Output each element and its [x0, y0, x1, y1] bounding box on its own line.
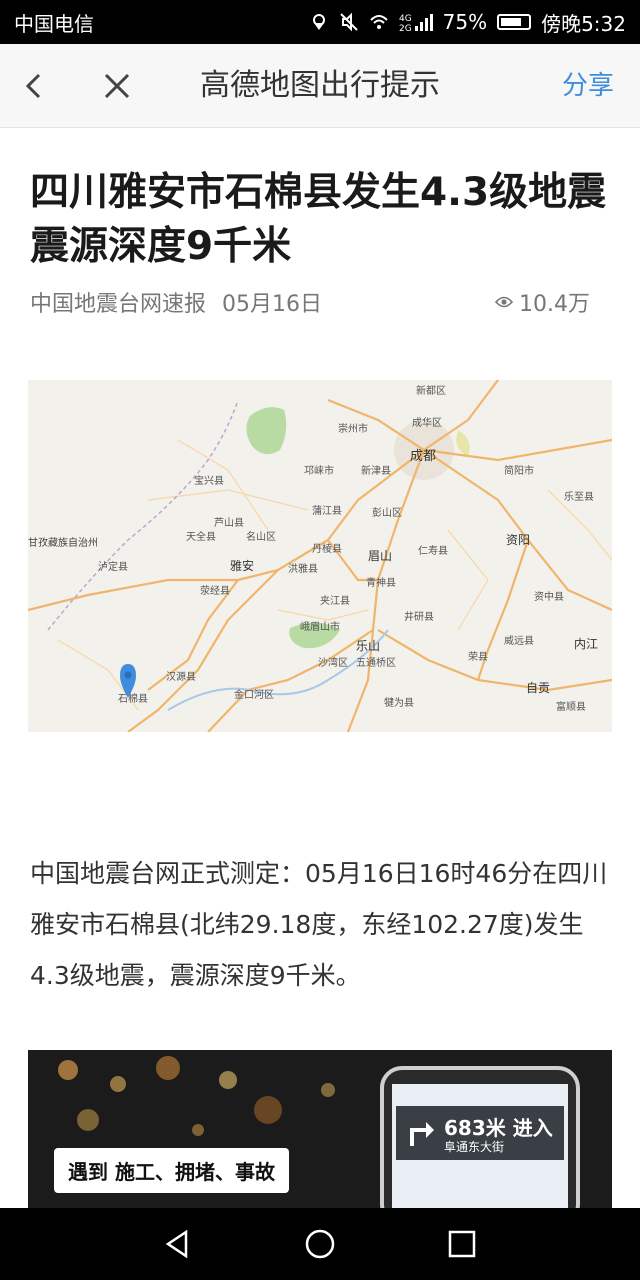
map-label-lushan: 芦山县 — [214, 517, 244, 529]
svg-text:2G: 2G — [399, 24, 412, 32]
map-label-jianyang: 简阳市 — [504, 464, 534, 477]
map-label-chongzhou: 崇州市 — [338, 422, 368, 435]
map-label-fushun: 富顺县 — [556, 700, 586, 713]
article-content[interactable]: 四川雅安市石棉县发生4.3级地震 震源深度9千米 中国地震台网速报 05月16日… — [0, 128, 640, 1208]
map-canvas: 成都 新都区 成华区 崇州市 邛崃市 新津县 简阳市 乐至县 宝兴县 芦山县 名… — [28, 380, 612, 732]
map-label-meishan: 眉山 — [368, 549, 392, 563]
map-label-pujiang: 蒲江县 — [312, 504, 342, 517]
signal-icon: 4G2G — [399, 14, 433, 32]
location-icon — [312, 14, 325, 30]
map-label-rong: 荣县 — [468, 651, 488, 663]
map-label-shawan: 沙湾区 — [318, 656, 348, 669]
status-icons: 4G 2G 75% 傍晚5:32 — [309, 8, 626, 37]
map-label-qionglai: 邛崃市 — [304, 464, 334, 477]
map-label-luding: 泸定县 — [98, 560, 128, 573]
article-title: 四川雅安市石棉县发生4.3级地震 震源深度9千米 — [30, 170, 607, 269]
square-recent-icon[interactable] — [444, 1226, 480, 1262]
map-label-hongya: 洪雅县 — [288, 562, 318, 575]
carrier-name: 中国电信 — [14, 11, 94, 36]
promo-label: 遇到 施工、拥堵、事故 — [54, 1148, 289, 1193]
phone-mockup: 683米 进入 阜通东大街 — [380, 1066, 580, 1208]
map-label-wutongqiao: 五通桥区 — [356, 657, 396, 669]
map-label-leshan: 乐山 — [356, 639, 380, 653]
share-button[interactable]: 分享 — [562, 44, 614, 128]
turn-right-icon — [410, 1122, 434, 1146]
top-nav-bar: 高德地图出行提示 分享 — [0, 44, 640, 128]
nav-street: 阜通东大街 — [444, 1140, 505, 1154]
map-label-qianwei: 犍为县 — [384, 697, 414, 709]
article-body: 中国地震台网正式测定：05月16日16时46分在四川雅安市石棉县(北纬29.18… — [30, 859, 608, 990]
article-date: 05月16日 — [222, 292, 323, 317]
map-label-renshou: 仁寿县 — [418, 544, 448, 557]
map-label-emeishan: 峨眉山市 — [300, 620, 340, 633]
map-minor-roads — [57, 439, 612, 711]
map-label-jiajiang: 夹江县 — [320, 594, 350, 607]
view-count: 10.4万 — [495, 286, 590, 318]
map-label-zigong: 自贡 — [526, 681, 550, 695]
map-label-baoxing: 宝兴县 — [194, 474, 224, 487]
map-label-qingshen: 青神县 — [366, 576, 396, 589]
article-source: 中国地震台网速报 — [30, 292, 207, 317]
map-label-chenghua: 成华区 — [412, 416, 442, 429]
map-label-lezhi: 乐至县 — [564, 491, 594, 503]
circle-home-icon[interactable] — [302, 1226, 338, 1262]
battery-icon — [497, 14, 532, 30]
view-count-value: 10.4万 — [519, 292, 590, 317]
map-label-pengshan: 彭山区 — [372, 506, 402, 519]
map-park-area — [456, 430, 470, 456]
map-label-chengdu: 成都 — [410, 449, 436, 464]
map-label-ziyang-county: 资中县 — [534, 590, 564, 603]
promo-banner[interactable]: 遇到 施工、拥堵、事故 683米 进入 阜通东大街 — [28, 1050, 612, 1208]
earthquake-map[interactable]: 成都 新都区 成华区 崇州市 邛崃市 新津县 简阳市 乐至县 宝兴县 芦山县 名… — [28, 380, 612, 732]
map-label-xindu: 新都区 — [416, 384, 446, 397]
svg-text:4G: 4G — [399, 14, 412, 24]
system-nav-bar — [0, 1208, 640, 1280]
map-label-mingshan: 名山区 — [246, 530, 276, 543]
map-label-ziyang: 资阳 — [506, 533, 530, 547]
location-pin-icon[interactable] — [120, 664, 136, 698]
battery-fill — [501, 18, 521, 26]
map-label-danleng: 丹棱县 — [312, 542, 342, 555]
map-label-jinkouhe: 金口河区 — [234, 688, 274, 701]
wifi-icon — [369, 15, 388, 29]
phone-screen: 683米 进入 阜通东大街 — [392, 1084, 568, 1208]
status-bar: 中国电信 4G 2G 75% 傍晚5:32 — [0, 0, 640, 44]
map-label-weiyuan: 威远县 — [504, 634, 534, 647]
map-label-tianquan: 天全县 — [186, 530, 216, 543]
map-label-ganzi: 甘孜藏族自治州 — [28, 536, 98, 549]
map-label-neijiang: 内江 — [574, 637, 598, 651]
eye-icon — [495, 296, 513, 308]
map-park-area — [246, 407, 287, 455]
map-label-xinjin: 新津县 — [361, 464, 391, 477]
status-time: 傍晚5:32 — [541, 11, 626, 36]
article-meta: 中国地震台网速报 05月16日 10.4万 — [30, 286, 590, 318]
mute-icon — [339, 12, 358, 32]
map-label-yingjing: 荥经县 — [200, 584, 230, 597]
page-title: 高德地图出行提示 — [200, 68, 440, 103]
map-label-yaan: 雅安 — [230, 558, 254, 573]
nav-instruction: 683米 进入 阜通东大街 — [396, 1106, 564, 1160]
triangle-back-icon[interactable] — [160, 1226, 196, 1262]
map-label-jingyan: 井研县 — [404, 610, 434, 623]
map-label-shimian: 石棉县 — [118, 692, 148, 705]
nav-distance: 683米 进入 — [444, 1116, 553, 1140]
map-labels: 成都 新都区 成华区 崇州市 邛崃市 新津县 简阳市 乐至县 宝兴县 芦山县 名… — [28, 384, 598, 713]
map-label-hanyuan: 汉源县 — [166, 670, 196, 683]
battery-percent: 75% — [442, 10, 488, 34]
